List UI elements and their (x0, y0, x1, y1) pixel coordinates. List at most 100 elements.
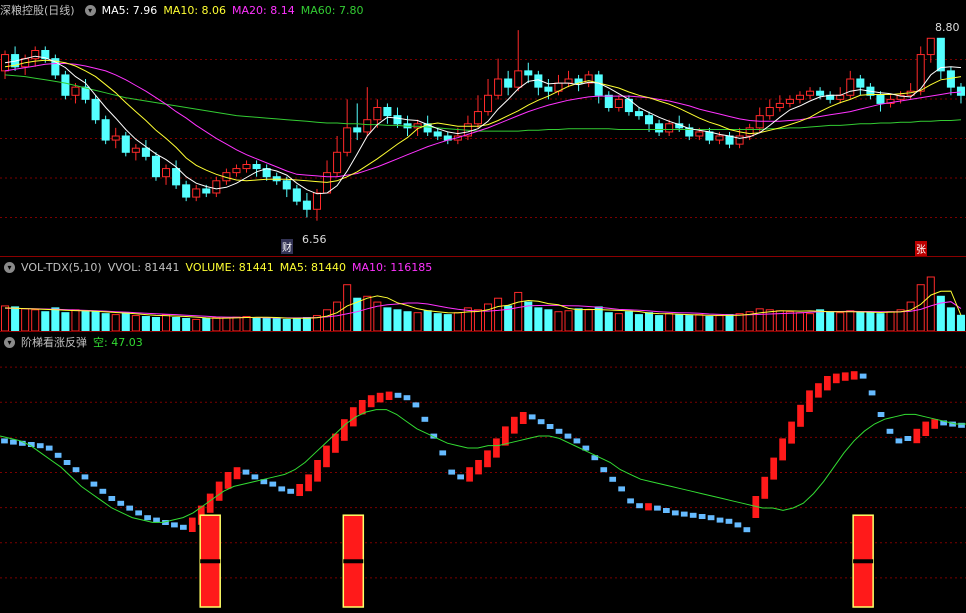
candle-up (484, 94, 493, 113)
ladder-step-down (573, 438, 581, 444)
volume-bar-up (795, 312, 804, 331)
chevron-down-icon[interactable]: ▾ (84, 4, 96, 16)
candle-up (735, 135, 744, 145)
ladder-step-down (689, 512, 697, 518)
ladder-step-down (54, 452, 62, 458)
volume-bar-up (916, 284, 925, 331)
candle-down (645, 115, 654, 125)
candle-down (292, 188, 301, 202)
ladder-step-up (296, 484, 303, 496)
ladder-step-down (654, 505, 661, 511)
volume-bar-up (836, 312, 845, 331)
low-price-label: 6.56 (302, 233, 327, 246)
volume-bar-up (473, 309, 482, 331)
volume-bar-down (141, 316, 150, 331)
candle-down (956, 86, 965, 96)
candle-up (343, 127, 352, 153)
candle-down (876, 94, 885, 104)
volume-bar-up (131, 315, 140, 331)
ladder-step-up (502, 426, 509, 446)
candle-up (333, 151, 342, 174)
volume-bar-up (31, 309, 40, 331)
volume-bar-up (212, 317, 221, 331)
ladder-step-up (385, 391, 393, 400)
finance-marker[interactable]: 财 (281, 239, 293, 254)
volume-bar-down (594, 306, 603, 331)
ladder-step-up (931, 419, 939, 429)
candlestick-chart[interactable] (0, 0, 966, 257)
volume-bar-down (826, 311, 835, 331)
volume-bar-down (655, 315, 664, 331)
volume-bar-down (121, 312, 130, 331)
price-panel[interactable]: 深粮控股(日线) ▾ MA5: 7.96 MA10: 8.06 MA20: 8.… (0, 0, 966, 257)
ladder-step-up (233, 467, 241, 480)
ladder-step-up (188, 517, 196, 532)
volume-bar-down (544, 309, 553, 331)
candle-up (765, 107, 774, 117)
candle-up (111, 135, 120, 141)
ladder-step-down (564, 433, 572, 439)
ladder-step-down (895, 438, 903, 444)
chevron-down-icon[interactable]: ▾ (4, 261, 15, 273)
volume-bar-down (252, 317, 261, 331)
volume-bar-up (232, 316, 241, 331)
ladder-step-down (108, 496, 116, 501)
ladder-step-up (493, 438, 500, 458)
ladder-step-down (403, 395, 411, 401)
candle-up (806, 90, 815, 96)
ladder-step-up (645, 503, 652, 511)
candle-up (373, 107, 382, 121)
limit-up-marker[interactable]: 张 (915, 241, 927, 256)
candle-up (473, 111, 482, 125)
ladder-step-down (627, 498, 634, 504)
candle-down (816, 90, 825, 96)
candle-down (172, 168, 181, 186)
volume-bar-down (443, 314, 452, 331)
volume-bar-down (423, 310, 432, 331)
ladder-step-up (841, 372, 849, 381)
candle-down (61, 74, 70, 96)
ladder-step-up (305, 474, 312, 492)
ladder-step-down (126, 505, 134, 511)
volume-ma10-label: MA10: 116185 (352, 260, 433, 274)
ladder-step-up (466, 467, 473, 482)
volume-bar-down (956, 314, 965, 331)
candle-down (383, 107, 392, 117)
volume-bar-down (41, 311, 50, 331)
ladder-step-up (376, 392, 384, 403)
ma60-label: MA60: 7.80 (300, 3, 364, 17)
candle-down (393, 115, 402, 125)
ladder-step-up (475, 460, 482, 475)
candle-down (705, 131, 714, 141)
ladder-step-down (707, 515, 715, 521)
ladder-step-up (206, 493, 214, 513)
candle-up (494, 78, 503, 96)
candle-down (101, 119, 110, 141)
volume-bar-down (534, 307, 543, 331)
volume-bar-down (816, 309, 825, 331)
volume-bar-up (514, 291, 523, 331)
ladder-step-down (868, 390, 876, 396)
ladder-step-down (45, 445, 53, 451)
ladder-step-up (484, 450, 491, 468)
ladder-step-up (510, 416, 518, 434)
candle-down (182, 184, 191, 198)
ladder-step-down (242, 469, 250, 475)
ladder-step-up (215, 481, 223, 501)
indicator-panel[interactable]: ▾ 阶梯看涨反弹 空: 47.03 (0, 332, 966, 613)
candle-down (121, 135, 130, 153)
volume-bar-down (403, 311, 412, 331)
candle-up (212, 180, 221, 194)
candle-down (544, 86, 553, 92)
ladder-step-down (904, 436, 912, 441)
volume-bar-up (494, 297, 503, 331)
ladder-step-down (743, 527, 751, 533)
candle-down (302, 200, 311, 210)
buy-signal-divider (200, 559, 221, 564)
price-header: 深粮控股(日线) ▾ MA5: 7.96 MA10: 8.06 MA20: 8.… (0, 0, 369, 20)
ladder-step-up (850, 371, 858, 380)
chevron-down-icon[interactable]: ▾ (4, 336, 15, 348)
ladder-chart[interactable] (0, 332, 966, 613)
volume-panel[interactable]: ▾ VOL-TDX(5,10) VVOL: 81441 VOLUME: 8144… (0, 257, 966, 332)
ladder-step-up (832, 373, 840, 384)
